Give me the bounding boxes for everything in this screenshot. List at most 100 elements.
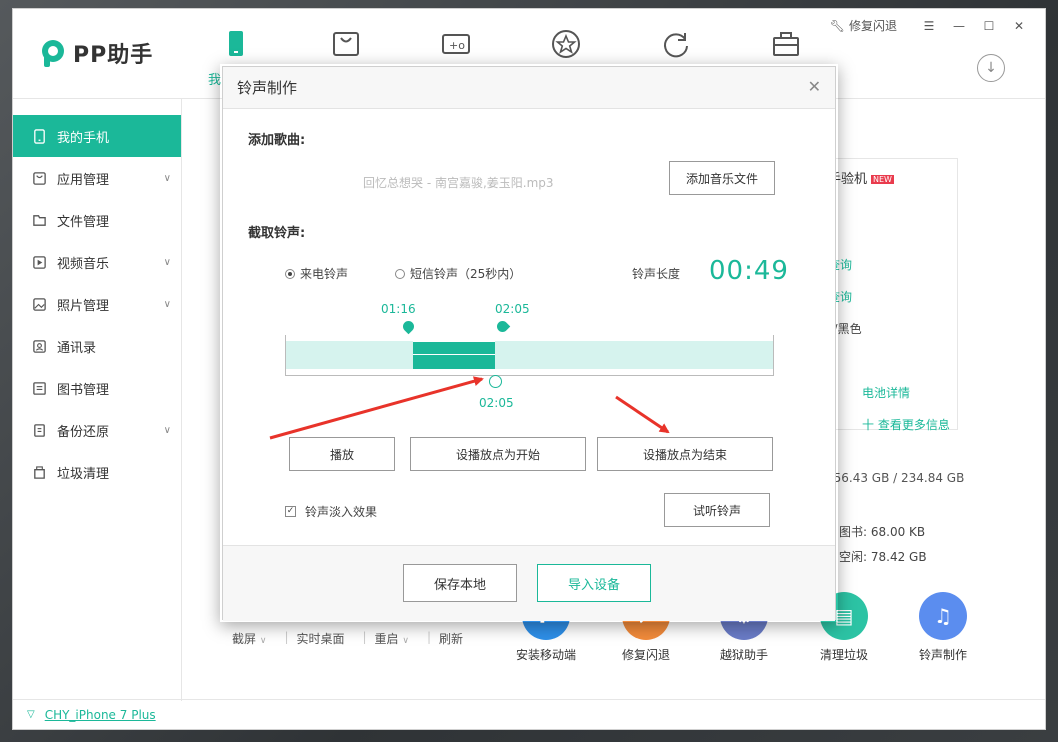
set-start-button[interactable]: 设播放点为开始 — [410, 437, 586, 471]
stat-books: 图书: 68.00 KB — [826, 523, 925, 540]
trash-icon — [31, 464, 47, 480]
live-desktop-link[interactable]: 实时桌面 — [296, 630, 344, 647]
sidebar-item-files[interactable]: 文件管理 — [13, 199, 181, 241]
cut-ringtone-label: 截取铃声: — [248, 226, 306, 241]
bag-icon[interactable] — [331, 29, 361, 59]
tool-ringtone-maker[interactable]: ♫ 铃声制作 — [913, 592, 973, 663]
play-button[interactable]: 播放 — [289, 437, 395, 471]
screenshot-label: 截屏 — [232, 632, 257, 646]
battery-detail-link[interactable]: 电池详情 — [862, 384, 910, 401]
toolbox-icon[interactable] — [771, 29, 801, 59]
app-icon — [31, 170, 47, 186]
chevron-down-icon[interactable]: ∨ — [164, 257, 171, 268]
radio-sms-ringtone[interactable]: 短信铃声（25秒内） — [395, 265, 521, 282]
divider: | — [426, 630, 432, 644]
tool-label: 修复闪退 — [621, 648, 670, 662]
dialog-footer: 保存本地 导入设备 — [223, 545, 835, 621]
download-icon[interactable]: ↓ — [977, 54, 1005, 82]
track-left-edge — [285, 335, 286, 376]
sidebar-item-label: 备份还原 — [57, 424, 110, 440]
sidebar-item-backup[interactable]: 备份还原 ∨ — [13, 409, 181, 451]
close-icon[interactable]: ✕ — [808, 77, 821, 96]
video-icon[interactable]: +o — [441, 29, 471, 59]
more-info-link[interactable]: 十 查看更多信息 — [862, 416, 950, 433]
radio-button[interactable] — [395, 268, 405, 279]
tool-label: 安装移动端 — [516, 648, 577, 662]
ringtone-dialog: 铃声制作 ✕ 添加歌曲: 回忆总想哭 - 南宫嘉骏,姜玉阳.mp3 添加音乐文件… — [222, 66, 836, 621]
chevron-down-icon[interactable]: ∨ — [164, 173, 171, 184]
sidebar-item-cleanup[interactable]: 垃圾清理 — [13, 451, 181, 493]
stat-free-label: 空闲: 78.42 GB — [839, 550, 927, 564]
wrench-icon: 🔧︎ — [829, 18, 845, 33]
chevron-down-icon: ∨ — [402, 636, 409, 646]
end-marker-icon[interactable] — [494, 318, 511, 335]
stat-books-label: 图书: 68.00 KB — [839, 525, 926, 539]
add-music-file-button[interactable]: 添加音乐文件 — [669, 161, 775, 195]
playhead-icon[interactable] — [489, 375, 503, 388]
tool-label: 铃声制作 — [918, 648, 967, 662]
radio-button-selected[interactable] — [285, 268, 295, 279]
sidebar-item-label: 视频音乐 — [57, 256, 110, 272]
set-end-button[interactable]: 设播放点为结束 — [597, 437, 773, 471]
window-controls: 🔧︎ 修复闪退 ☰ — ☐ ✕ — [830, 17, 1031, 34]
phone-icon[interactable] — [221, 29, 251, 59]
fade-in-checkbox[interactable]: ✓ 铃声淡入效果 — [285, 503, 377, 520]
pp-logo-icon — [37, 37, 69, 69]
sidebar-item-photos[interactable]: 照片管理 ∨ — [13, 283, 181, 325]
sidebar-item-label: 应用管理 — [57, 172, 110, 188]
sidebar-item-apps[interactable]: 应用管理 ∨ — [13, 157, 181, 199]
restart-label: 重启 — [374, 632, 399, 646]
play-icon — [31, 254, 47, 270]
chevron-down-icon[interactable]: ∨ — [164, 425, 171, 436]
add-song-label: 添加歌曲: — [248, 133, 306, 148]
preview-ringtone-button[interactable]: 试听铃声 — [664, 493, 770, 527]
restart-link[interactable]: 重启 ∨ — [375, 630, 409, 647]
triangle-down-icon[interactable]: ▽ — [27, 709, 35, 720]
repair-crash-link[interactable]: 🔧︎ 修复闪退 — [830, 17, 897, 34]
sidebar-item-label: 文件管理 — [57, 214, 110, 230]
close-icon[interactable]: ✕ — [1007, 18, 1031, 34]
backup-icon — [31, 422, 47, 438]
save-local-button[interactable]: 保存本地 — [403, 564, 517, 602]
contacts-icon — [31, 338, 47, 354]
screenshot-link[interactable]: 截屏 ∨ — [232, 630, 266, 647]
checkbox-checked[interactable]: ✓ — [285, 506, 296, 517]
selection-divider — [413, 354, 496, 355]
storage-usage: 156.43 GB / 234.84 GB — [826, 471, 965, 485]
repair-crash-label: 修复闪退 — [848, 19, 897, 33]
timeline-baseline — [285, 375, 774, 376]
device-name-link[interactable]: CHY_iPhone 7 Plus — [45, 708, 156, 722]
radio-label: 来电铃声 — [300, 267, 349, 281]
sidebar-item-contacts[interactable]: 通讯录 — [13, 325, 181, 367]
start-marker-icon[interactable] — [400, 318, 417, 335]
sidebar: 我的手机 应用管理 ∨ 文件管理 视频音乐 ∨ 照片管理 ∨ 通讯录 图书管理 — [13, 99, 182, 701]
sidebar-item-my-phone[interactable]: 我的手机 — [13, 115, 181, 157]
app-name: PP助手 — [73, 43, 154, 68]
star-icon[interactable] — [551, 29, 581, 59]
timeline-track[interactable] — [285, 341, 774, 369]
selected-file-name: 回忆总想哭 - 南宫嘉骏,姜玉阳.mp3 — [363, 176, 554, 190]
stat-free: 空闲: 78.42 GB — [826, 548, 927, 565]
sidebar-item-label: 照片管理 — [57, 298, 110, 314]
maximize-icon[interactable]: ☐ — [977, 18, 1001, 34]
sidebar-item-books[interactable]: 图书管理 — [13, 367, 181, 409]
chevron-down-icon: ∨ — [259, 636, 267, 646]
chevron-down-icon[interactable]: ∨ — [164, 299, 171, 310]
sidebar-item-label: 我的手机 — [57, 130, 110, 146]
import-device-button[interactable]: 导入设备 — [537, 564, 651, 602]
fade-in-label: 铃声淡入效果 — [305, 505, 378, 519]
playhead-time-label: 02:05 — [479, 396, 514, 410]
menu-icon[interactable]: ☰ — [917, 18, 941, 34]
refresh-icon[interactable] — [661, 29, 691, 59]
minimize-icon[interactable]: — — [947, 18, 971, 34]
quick-actions: 截屏 ∨ | 实时桌面 | 重启 ∨ | 刷新 — [232, 630, 481, 647]
selection-range[interactable] — [413, 341, 496, 369]
radio-label: 短信铃声（25秒内） — [410, 267, 522, 281]
sidebar-item-media[interactable]: 视频音乐 ∨ — [13, 241, 181, 283]
folder-icon — [31, 212, 47, 228]
book-icon — [31, 380, 47, 396]
radio-call-ringtone[interactable]: 来电铃声 — [285, 265, 348, 282]
tool-label: 清理垃圾 — [819, 648, 868, 662]
refresh-link[interactable]: 刷新 — [439, 630, 463, 647]
bell-icon: ♫ — [919, 592, 967, 640]
